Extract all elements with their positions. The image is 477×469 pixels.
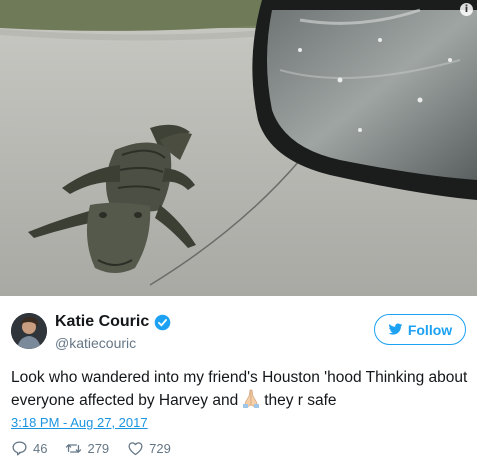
tweet-text: Look who wandered into my friend's Houst… [11, 367, 471, 415]
twitter-bird-icon [388, 323, 403, 335]
like-button[interactable]: 729 [127, 440, 171, 457]
praying-hands-emoji-icon [241, 389, 261, 415]
heart-icon [128, 442, 143, 456]
reply-count: 46 [33, 441, 48, 456]
retweet-icon [66, 444, 82, 453]
verified-badge-icon [154, 314, 171, 331]
retweet-button[interactable]: 279 [65, 440, 109, 457]
timestamp-link[interactable]: 3:18 PM - Aug 27, 2017 [11, 415, 148, 430]
like-count: 729 [149, 441, 171, 456]
handle[interactable]: @katiecouric [55, 335, 171, 351]
tweet-photo[interactable]: i [0, 0, 477, 296]
retweet-count: 279 [87, 441, 110, 456]
tweet-actions: 46 279 729 [11, 440, 189, 457]
follow-button[interactable]: Follow [374, 314, 466, 345]
tweet-text-part-2: they r safe [264, 392, 337, 409]
avatar[interactable] [11, 313, 47, 349]
reply-button[interactable]: 46 [11, 440, 47, 457]
reply-icon [12, 441, 27, 456]
info-icon[interactable]: i [460, 3, 473, 16]
author-block: Katie Couric @katiecouric [55, 313, 171, 351]
follow-label: Follow [407, 321, 453, 338]
tweet-text-part-1: Look who wandered into my friend's Houst… [11, 369, 468, 409]
tweet-header: Katie Couric @katiecouric Follow [0, 305, 477, 357]
display-name[interactable]: Katie Couric [55, 313, 149, 331]
